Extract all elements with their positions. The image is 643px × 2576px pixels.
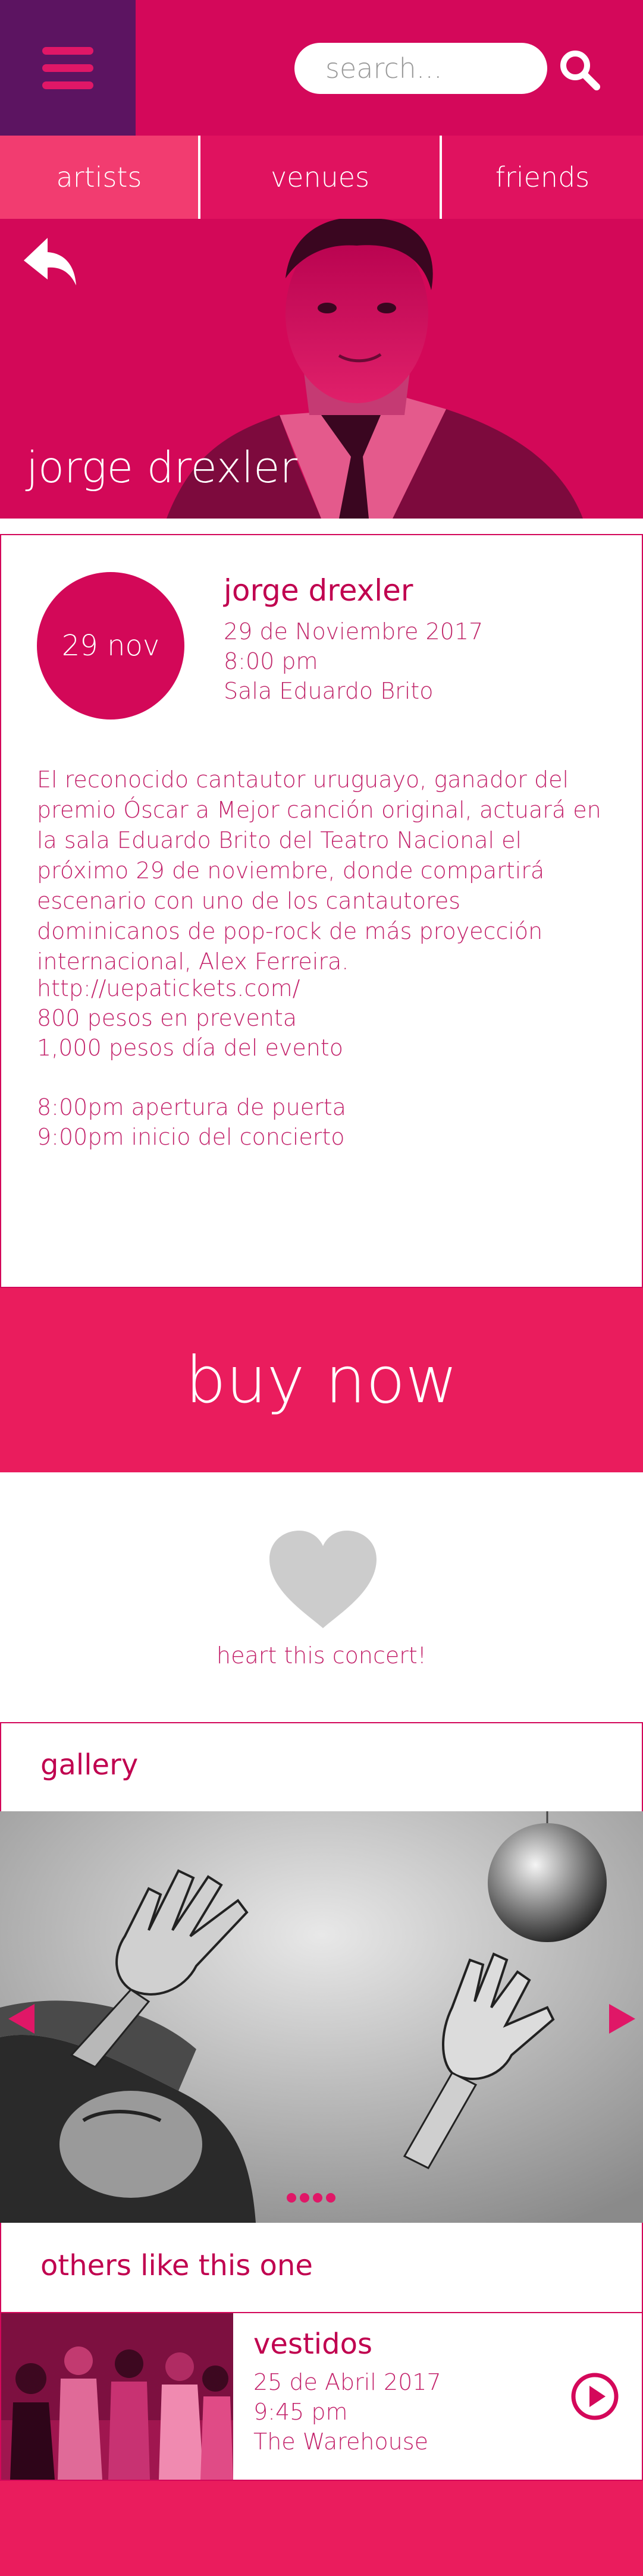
event-venue: Sala Eduardo Brito [224, 678, 434, 704]
heart-label: heart this concert! [216, 1642, 427, 1669]
tab-artists[interactable]: artists [0, 136, 198, 219]
tab-venues[interactable]: venues [200, 136, 440, 219]
event-time: 8:00 pm [224, 648, 318, 674]
gallery-prev-arrow-icon[interactable] [8, 2004, 37, 2034]
buy-now-button[interactable]: buy now [0, 1288, 643, 1472]
hamburger-menu-icon-bar [42, 64, 93, 72]
hamburger-menu-icon [42, 46, 93, 55]
presale-price: 800 pesos en preventa [37, 1005, 297, 1031]
doors-open-time: 8:00pm apertura de puerta [37, 1094, 346, 1120]
others-header: others like this one [0, 2223, 643, 2313]
artist-name: jorge drexler [26, 442, 298, 492]
ticket-link[interactable]: http://uepatickets.com/ [37, 975, 300, 1001]
related-concert-photo [1, 2313, 233, 2480]
show-start-time: 9:00pm inicio del concierto [37, 1124, 345, 1150]
gallery-pagination [287, 2193, 335, 2203]
gallery-header: gallery [0, 1722, 643, 1811]
related-concert-date: 25 de Abril 2017 [253, 2369, 441, 2395]
gallery-dot[interactable] [287, 2193, 296, 2203]
heart-icon[interactable] [269, 1531, 377, 1628]
search-icon[interactable] [556, 46, 604, 94]
app-header [0, 0, 643, 136]
event-description: El reconocido cantautor uruguayo, ganado… [37, 766, 601, 975]
gallery-photo[interactable] [0, 1811, 643, 2223]
tab-friends[interactable]: friends [442, 136, 643, 219]
search-input[interactable] [324, 52, 526, 85]
nav-tabs: artists venues friends [0, 136, 643, 219]
play-icon[interactable] [571, 2373, 619, 2420]
artist-hero: jorge drexler [0, 219, 643, 519]
gallery-next-arrow-icon[interactable] [607, 2004, 635, 2034]
related-concert-title: vestidos [253, 2327, 372, 2361]
related-concert-item[interactable]: vestidos 25 de Abril 2017 9:45 pm The Wa… [0, 2313, 643, 2481]
back-arrow-icon[interactable] [24, 238, 77, 287]
others-title: others like this one [40, 2249, 313, 2282]
event-date: 29 de Noviembre 2017 [224, 618, 484, 645]
search-box[interactable] [294, 43, 547, 94]
related-concert-time: 9:45 pm [253, 2399, 348, 2425]
related-concert-venue: The Warehouse [253, 2429, 428, 2455]
gallery-title: gallery [40, 1748, 139, 1782]
footer-band [0, 2481, 643, 2576]
event-title: jorge drexler [224, 573, 413, 608]
event-card: 29 nov jorge drexler 29 de Noviembre 201… [0, 534, 643, 1288]
door-price: 1,000 pesos día del evento [37, 1035, 343, 1061]
gallery-dot[interactable] [326, 2193, 335, 2203]
gallery-dot[interactable] [300, 2193, 309, 2203]
menu-button[interactable] [0, 0, 136, 136]
gallery-dot[interactable] [313, 2193, 322, 2203]
date-badge: 29 nov [37, 572, 184, 720]
hamburger-menu-icon-bar [42, 81, 93, 89]
